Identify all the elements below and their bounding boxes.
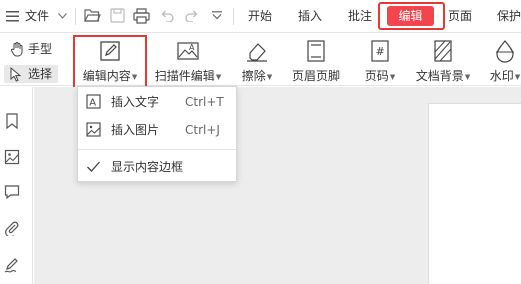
background-label: 文档背景▼ — [415, 69, 471, 83]
hand-icon — [10, 42, 23, 57]
hamburger-menu-icon[interactable] — [6, 11, 19, 22]
tab-insert[interactable]: 插入 — [298, 0, 322, 33]
save-icon[interactable] — [110, 8, 125, 23]
header-footer-button[interactable]: 页眉页脚 — [286, 33, 346, 86]
file-menu[interactable]: 文件 — [25, 0, 49, 33]
show-content-border-label: 显示内容边框 — [111, 160, 184, 174]
menu-item-insert-image[interactable]: 插入图片 Ctrl+J — [78, 117, 236, 143]
left-sidebar — [0, 87, 33, 284]
menu-divider — [78, 149, 236, 150]
checkmark-icon — [87, 161, 100, 172]
erase-label: 擦除▼ — [241, 69, 273, 83]
bookmark-icon[interactable] — [4, 113, 20, 129]
insert-text-shortcut: Ctrl+T — [185, 95, 224, 109]
comment-icon[interactable] — [4, 184, 20, 200]
scan-edit-icon: A — [177, 42, 199, 60]
menu-item-insert-text[interactable]: A 插入文字 Ctrl+T — [78, 89, 236, 115]
open-folder-icon[interactable] — [84, 8, 101, 23]
select-mode-label: 选择 — [28, 67, 53, 81]
select-mode-button[interactable]: 选择 — [4, 65, 58, 83]
document-page[interactable] — [428, 103, 521, 284]
menu-item-show-content-border[interactable]: 显示内容边框 — [78, 154, 236, 180]
background-icon — [434, 40, 452, 62]
scan-edit-button[interactable]: A 扫描件编辑▼ — [150, 33, 226, 86]
signature-icon[interactable] — [4, 257, 20, 273]
page-number-button[interactable]: # 页码▼ — [358, 33, 402, 86]
insert-image-shortcut: Ctrl+J — [185, 123, 220, 137]
page-number-icon: # — [371, 40, 389, 62]
insert-image-label: 插入图片 — [111, 123, 160, 137]
svg-text:A: A — [89, 98, 96, 109]
tab-comment[interactable]: 批注 — [348, 0, 372, 33]
svg-text:A: A — [189, 43, 195, 52]
erase-button[interactable]: 擦除▼ — [235, 33, 279, 86]
undo-icon[interactable] — [160, 9, 174, 22]
thumbnail-icon[interactable] — [4, 149, 20, 165]
tab-protect[interactable]: 保护 — [497, 0, 521, 33]
tab-start[interactable]: 开始 — [248, 0, 272, 33]
watermark-icon — [496, 40, 514, 63]
tab-page[interactable]: 页面 — [448, 0, 472, 33]
menubar-divider — [75, 8, 76, 25]
print-icon[interactable] — [133, 8, 150, 24]
background-button[interactable]: 文档背景▼ — [411, 33, 475, 86]
cursor-arrow-icon — [10, 67, 22, 82]
insert-text-label: 插入文字 — [111, 95, 160, 109]
svg-text:#: # — [376, 45, 385, 58]
watermark-label: 水印▼ — [489, 69, 521, 83]
eraser-icon — [247, 43, 267, 62]
header-footer-label: 页眉页脚 — [291, 69, 340, 83]
watermark-button[interactable]: 水印▼ — [483, 33, 521, 86]
edit-content-dropdown: A 插入文字 Ctrl+T 插入图片 Ctrl+J 显示内容边框 — [77, 86, 237, 182]
attachment-icon[interactable] — [4, 220, 20, 236]
customize-quick-access-icon[interactable] — [212, 11, 222, 20]
scan-edit-label: 扫描件编辑▼ — [154, 69, 222, 83]
redo-icon[interactable] — [185, 9, 199, 22]
highlight-box-edit-content — [73, 35, 147, 89]
top-menu-bar: 文件 开始 插入 批注 编辑 页面 保护 — [0, 0, 521, 33]
menubar-divider — [233, 8, 234, 25]
tab-edit[interactable]: 编辑 — [387, 6, 434, 26]
insert-image-icon — [86, 122, 101, 137]
page-number-label: 页码▼ — [364, 69, 396, 83]
insert-text-icon: A — [86, 94, 101, 109]
header-footer-icon — [307, 40, 325, 62]
chevron-down-icon[interactable] — [58, 13, 67, 19]
hand-mode-label: 手型 — [28, 42, 53, 56]
hand-mode-button[interactable]: 手型 — [0, 40, 62, 58]
